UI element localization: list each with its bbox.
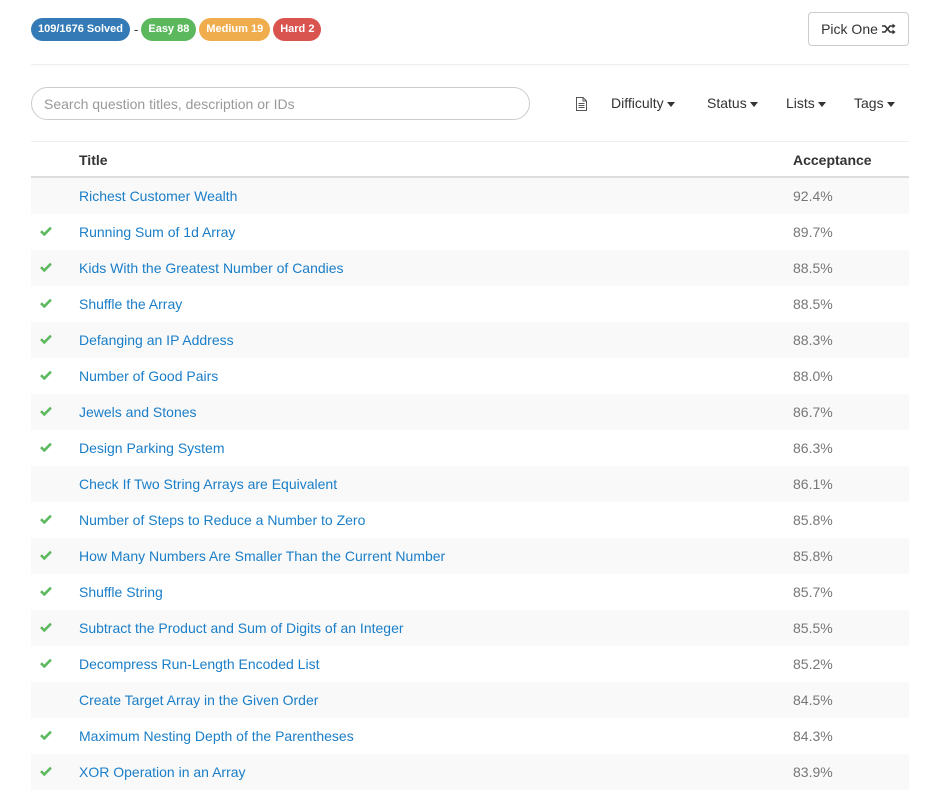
problem-title-link[interactable]: Running Sum of 1d Array — [79, 224, 235, 240]
solved-count-badge: 109/1676 Solved — [31, 18, 131, 41]
problem-title-link[interactable]: Richest Customer Wealth — [79, 188, 237, 204]
problem-title-link[interactable]: Design Parking System — [79, 440, 225, 456]
pick-one-button[interactable]: Pick One — [808, 12, 909, 46]
easy-count-badge: Easy 88 — [141, 18, 197, 41]
table-row: Shuffle the Array 88.5% — [31, 286, 909, 322]
acceptance-rate: 84.5% — [793, 692, 833, 708]
check-icon — [40, 550, 52, 560]
pick-one-label: Pick One — [821, 21, 878, 37]
tags-filter-label: Tags — [854, 95, 884, 111]
acceptance-rate: 85.2% — [793, 656, 833, 672]
acceptance-rate: 88.0% — [793, 368, 833, 384]
acceptance-rate: 88.5% — [793, 260, 833, 276]
caret-down-icon — [886, 101, 895, 107]
problem-title-link[interactable]: Decompress Run-Length Encoded List — [79, 656, 319, 672]
difficulty-filter-label: Difficulty — [611, 95, 664, 111]
table-row: Defanging an IP Address 88.3% — [31, 322, 909, 358]
acceptance-rate: 86.7% — [793, 404, 833, 420]
table-row: Subtract the Product and Sum of Digits o… — [31, 610, 909, 646]
column-header-acceptance[interactable]: Acceptance — [793, 152, 872, 168]
table-row: Running Sum of 1d Array 89.7% — [31, 214, 909, 250]
problem-title-link[interactable]: XOR Operation in an Array — [79, 764, 246, 780]
table-row: Number of Good Pairs 88.0% — [31, 358, 909, 394]
table-header: Title Acceptance — [31, 141, 909, 178]
progress-badges: 109/1676 Solved - Easy 88 Medium 19 Hard… — [31, 18, 322, 41]
acceptance-rate: 92.4% — [793, 188, 833, 204]
problems-table: Title Acceptance Richest Customer Wealth… — [31, 141, 909, 790]
check-icon — [40, 370, 52, 380]
check-icon — [40, 514, 52, 524]
acceptance-rate: 86.3% — [793, 440, 833, 456]
table-row: Number of Steps to Reduce a Number to Ze… — [31, 502, 909, 538]
status-filter-dropdown[interactable]: Status — [707, 87, 758, 120]
random-shuffle-icon — [881, 23, 896, 35]
search-input[interactable] — [31, 87, 530, 120]
top-bar: 109/1676 Solved - Easy 88 Medium 19 Hard… — [31, 12, 909, 46]
caret-down-icon — [749, 101, 758, 107]
problem-title-link[interactable]: Shuffle the Array — [79, 296, 182, 312]
medium-count-badge: Medium 19 — [199, 18, 271, 41]
problem-title-link[interactable]: Kids With the Greatest Number of Candies — [79, 260, 344, 276]
check-icon — [40, 658, 52, 668]
problem-title-link[interactable]: Subtract the Product and Sum of Digits o… — [79, 620, 404, 636]
acceptance-rate: 85.8% — [793, 512, 833, 528]
acceptance-rate: 85.5% — [793, 620, 833, 636]
check-icon — [40, 730, 52, 740]
tags-filter-dropdown[interactable]: Tags — [854, 87, 895, 120]
table-row: Maximum Nesting Depth of the Parentheses… — [31, 718, 909, 754]
acceptance-rate: 83.9% — [793, 764, 833, 780]
table-body: Richest Customer Wealth 92.4% Running Sum … — [31, 178, 909, 790]
table-row: Jewels and Stones 86.7% — [31, 394, 909, 430]
table-row: Kids With the Greatest Number of Candies… — [31, 250, 909, 286]
problem-title-link[interactable]: Maximum Nesting Depth of the Parentheses — [79, 728, 354, 744]
check-icon — [40, 766, 52, 776]
table-row: Design Parking System 86.3% — [31, 430, 909, 466]
check-icon — [40, 334, 52, 344]
problem-title-link[interactable]: Create Target Array in the Given Order — [79, 692, 318, 708]
problem-title-link[interactable]: Shuffle String — [79, 584, 163, 600]
difficulty-filter-dropdown[interactable]: Difficulty — [611, 87, 675, 120]
acceptance-rate: 88.3% — [793, 332, 833, 348]
badge-separator: - — [134, 22, 139, 37]
acceptance-rate: 85.8% — [793, 548, 833, 564]
file-document-icon[interactable] — [576, 97, 587, 111]
check-icon — [40, 586, 52, 596]
acceptance-rate: 89.7% — [793, 224, 833, 240]
filter-bar: Difficulty Status Lists Tags — [574, 87, 909, 120]
acceptance-rate: 88.5% — [793, 296, 833, 312]
table-row: Shuffle String 85.7% — [31, 574, 909, 610]
column-header-title[interactable]: Title — [79, 152, 108, 168]
acceptance-rate: 85.7% — [793, 584, 833, 600]
table-row: Check If Two String Arrays are Equivalen… — [31, 466, 909, 502]
lists-filter-label: Lists — [786, 95, 815, 111]
top-divider — [31, 64, 909, 65]
problem-title-link[interactable]: Jewels and Stones — [79, 404, 197, 420]
caret-down-icon — [817, 101, 826, 107]
acceptance-rate: 86.1% — [793, 476, 833, 492]
table-row: Richest Customer Wealth 92.4% — [31, 178, 909, 214]
problem-title-link[interactable]: Number of Good Pairs — [79, 368, 218, 384]
check-icon — [40, 298, 52, 308]
table-row: Create Target Array in the Given Order 84… — [31, 682, 909, 718]
check-icon — [40, 226, 52, 236]
hard-count-badge: Hard 2 — [273, 18, 322, 41]
table-row: How Many Numbers Are Smaller Than the Cu… — [31, 538, 909, 574]
check-icon — [40, 262, 52, 272]
problem-title-link[interactable]: Check If Two String Arrays are Equivalen… — [79, 476, 337, 492]
status-filter-label: Status — [707, 95, 747, 111]
check-icon — [40, 622, 52, 632]
problem-title-link[interactable]: Number of Steps to Reduce a Number to Ze… — [79, 512, 365, 528]
problem-title-link[interactable]: How Many Numbers Are Smaller Than the Cu… — [79, 548, 445, 564]
acceptance-rate: 84.3% — [793, 728, 833, 744]
lists-filter-dropdown[interactable]: Lists — [786, 87, 826, 120]
check-icon — [40, 442, 52, 452]
table-row: XOR Operation in an Array 83.9% — [31, 754, 909, 790]
table-row: Decompress Run-Length Encoded List 85.2% — [31, 646, 909, 682]
caret-down-icon — [666, 101, 675, 107]
check-icon — [40, 406, 52, 416]
problem-title-link[interactable]: Defanging an IP Address — [79, 332, 234, 348]
